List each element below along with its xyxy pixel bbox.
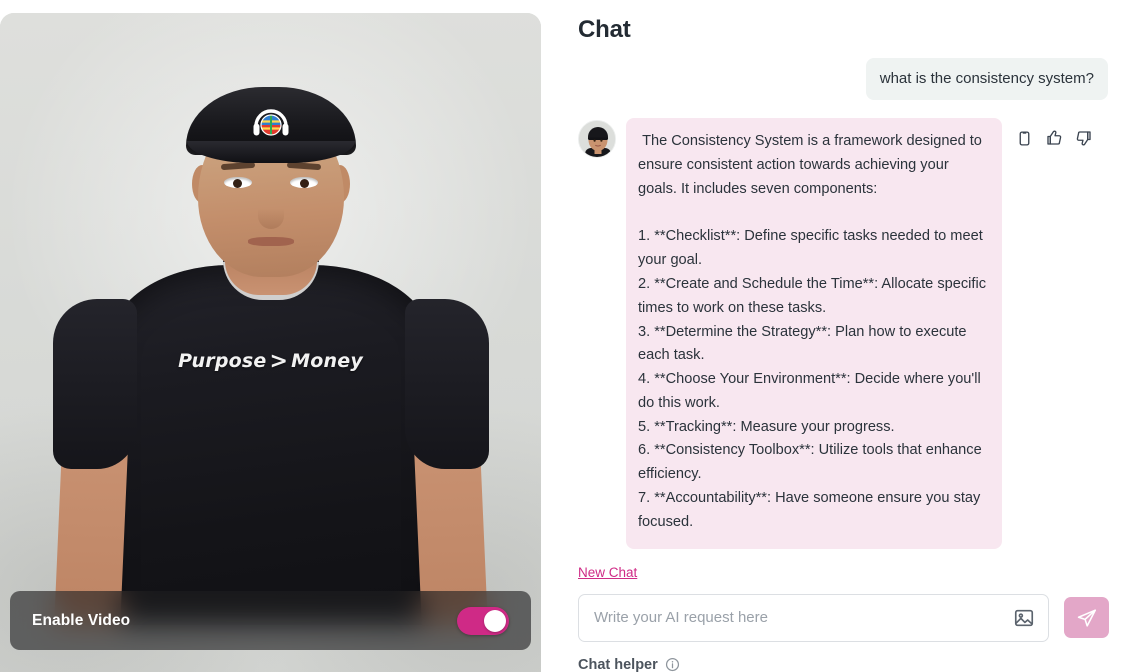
video-panel[interactable]: Purpose > Money Enable Video [0,13,541,672]
image-icon[interactable] [1013,607,1035,629]
mouth [247,237,294,246]
avatar [578,120,616,159]
tshirt-text-left: Purpose [178,350,267,372]
enable-video-label: Enable Video [32,611,131,629]
tshirt [109,260,432,625]
info-circle-icon[interactable] [665,657,680,672]
chat-helper-row: Chat helper [578,657,1125,672]
new-chat-link[interactable]: New Chat [578,565,637,580]
app-root: Purpose > Money Enable Video Chat what i… [0,0,1125,672]
nose [257,195,284,229]
left-pupil [232,179,242,188]
avatar-photo-icon [579,121,615,158]
globe-headphones-logo-icon [253,109,288,136]
enable-video-bar: Enable Video [10,591,531,650]
assistant-message-bubble: The Consistency System is a framework de… [626,118,1002,549]
tshirt-text-right: Money [291,350,363,372]
assistant-message-row: The Consistency System is a framework de… [578,118,1125,549]
left-sleeve [52,299,137,469]
tshirt-text-symbol: > [269,349,289,374]
tshirt-graphic-text: Purpose > Money [172,349,370,374]
person-on-camera: Purpose > Money [0,13,541,672]
user-message-bubble: what is the consistency system? [865,58,1108,101]
toggle-knob [484,609,506,632]
copy-icon[interactable] [1014,128,1034,148]
page-title: Chat [578,16,631,43]
message-actions [1014,128,1094,148]
right-sleeve [404,299,489,469]
thumbs-up-icon[interactable] [1044,128,1064,148]
video-stage: Purpose > Money [0,13,541,672]
thumbs-down-icon[interactable] [1074,128,1094,148]
chat-panel: Chat what is the consistency system? The… [578,0,1125,672]
chat-helper-label: Chat helper [578,656,658,672]
send-paper-plane-icon [1077,608,1096,627]
send-button[interactable] [1064,597,1109,639]
right-pupil [299,179,309,188]
chat-input-wrapper[interactable] [578,593,1049,642]
user-message-row: what is the consistency system? [578,58,1125,101]
composer-row [578,593,1125,642]
chat-input[interactable] [594,609,1002,627]
enable-video-toggle[interactable] [457,606,509,635]
